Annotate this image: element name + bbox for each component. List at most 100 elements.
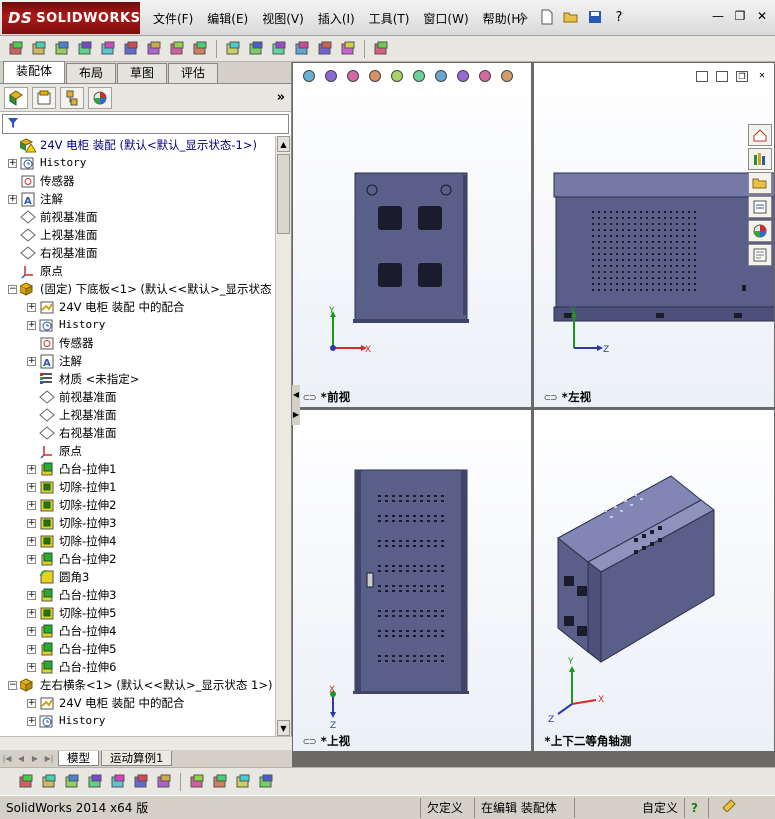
expand-icon[interactable]: +: [27, 662, 36, 672]
feature-manager-icon[interactable]: [4, 86, 28, 109]
tree-item[interactable]: 上视基准面: [0, 226, 276, 244]
expand-icon[interactable]: +: [27, 356, 36, 366]
expand-icon[interactable]: +: [27, 320, 36, 330]
custom-properties-icon[interactable]: [748, 244, 772, 266]
tree-item[interactable]: + A 注解: [0, 352, 276, 370]
tree-item[interactable]: − (固定) 下底板<1> (默认<<默认>_显示状态: [0, 280, 276, 298]
isometric-view-icon[interactable]: [187, 772, 207, 792]
view-palette-icon[interactable]: [748, 196, 772, 218]
move-component-icon[interactable]: [121, 39, 141, 59]
expand-icon[interactable]: +: [8, 158, 17, 168]
expand-icon[interactable]: +: [27, 302, 36, 312]
tree-filter[interactable]: [2, 114, 289, 134]
close-button[interactable]: ✕: [753, 8, 771, 24]
new-motion-study-icon[interactable]: [223, 39, 243, 59]
four-view-icon[interactable]: [256, 772, 276, 792]
tree-item[interactable]: + 凸台-拉伸2: [0, 550, 276, 568]
pin-icon[interactable]: [514, 8, 532, 26]
minimize-button[interactable]: —: [709, 8, 727, 24]
menu-tools[interactable]: 工具(T): [362, 10, 417, 28]
expand-icon[interactable]: +: [27, 554, 36, 564]
nav-first-arrow[interactable]: |◀: [0, 752, 14, 766]
tree-item[interactable]: + History: [0, 316, 276, 334]
configuration-manager-icon[interactable]: [60, 86, 84, 109]
menu-edit[interactable]: 编辑(E): [200, 10, 255, 28]
expand-icon[interactable]: +: [27, 464, 36, 474]
tree-item[interactable]: + 切除-拉伸4: [0, 532, 276, 550]
status-help-icon[interactable]: ?: [684, 797, 708, 818]
tree-item[interactable]: 上视基准面: [0, 406, 276, 424]
tree-item[interactable]: +24V 电柜 装配 中的配合: [0, 298, 276, 316]
shaded-edges-icon[interactable]: [16, 772, 36, 792]
panel-collapse-handle[interactable]: ◀ ▶: [292, 385, 300, 425]
tree-item[interactable]: 圆角3: [0, 568, 276, 586]
tree-item[interactable]: + 凸台-拉伸6: [0, 658, 276, 676]
expand-icon[interactable]: +: [27, 626, 36, 636]
instant3d-icon[interactable]: [371, 39, 391, 59]
tab-sketch[interactable]: 草图: [117, 63, 168, 83]
tree-item[interactable]: 材质 <未指定>: [0, 370, 276, 388]
expand-icon[interactable]: +: [8, 194, 17, 204]
tree-item[interactable]: 传感器: [0, 172, 276, 190]
insert-components-icon[interactable]: [6, 39, 26, 59]
single-view-icon[interactable]: [210, 772, 230, 792]
save-icon[interactable]: [586, 8, 604, 26]
status-custom-units[interactable]: 自定义: [574, 797, 684, 818]
tree-item[interactable]: + History: [0, 154, 276, 172]
tab-motion-study[interactable]: 运动算例1: [101, 751, 173, 766]
tree-item[interactable]: 传感器: [0, 334, 276, 352]
tab-layout[interactable]: 布局: [66, 63, 117, 83]
exploded-view-icon[interactable]: [269, 39, 289, 59]
scroll-thumb[interactable]: [277, 154, 290, 234]
nav-next-arrow[interactable]: ▶: [28, 752, 42, 766]
collapse-icon[interactable]: −: [8, 284, 17, 294]
scroll-down-arrow[interactable]: ▼: [277, 720, 290, 736]
reference-geometry-icon[interactable]: [190, 39, 210, 59]
linear-pattern-icon[interactable]: [75, 39, 95, 59]
display-manager-icon[interactable]: [88, 86, 112, 109]
menu-window[interactable]: 窗口(W): [416, 10, 475, 28]
menu-view[interactable]: 视图(V): [255, 10, 311, 28]
tree-item[interactable]: + History: [0, 712, 276, 730]
file-explorer-icon[interactable]: [748, 172, 772, 194]
tree-item[interactable]: + 切除-拉伸1: [0, 478, 276, 496]
solidworks-logo[interactable]: DS SOLIDWORKS: [2, 2, 140, 34]
expand-icon[interactable]: +: [27, 698, 36, 708]
viewport-front[interactable]: Y X ⊂⊃ *前视: [292, 62, 532, 408]
viewport-left[interactable]: ❐ ✕ Y Z ⊂⊃ *左视: [533, 62, 775, 408]
tree-item[interactable]: + 切除-拉伸5: [0, 604, 276, 622]
shaded-icon[interactable]: [39, 772, 59, 792]
tree-item[interactable]: 24V 电柜 装配 (默认<默认_显示状态-1>): [0, 136, 276, 154]
section-icon[interactable]: [154, 772, 174, 792]
expand-icon[interactable]: +: [27, 482, 36, 492]
property-manager-icon[interactable]: [32, 86, 56, 109]
design-library-icon[interactable]: [748, 148, 772, 170]
tree-item[interactable]: +24V 电柜 装配 中的配合: [0, 694, 276, 712]
mate-icon[interactable]: [52, 39, 72, 59]
scroll-up-arrow[interactable]: ▲: [277, 136, 290, 152]
wireframe-icon[interactable]: [85, 772, 105, 792]
expand-icon[interactable]: +: [27, 716, 36, 726]
smart-fasteners-icon[interactable]: [98, 39, 118, 59]
link-views-icon[interactable]: ⊂⊃: [544, 391, 557, 404]
restore-button[interactable]: ❐: [731, 8, 749, 24]
expand-panel-icon[interactable]: »: [277, 90, 285, 105]
interference-detection-icon[interactable]: [315, 39, 335, 59]
menu-insert[interactable]: 插入(I): [311, 10, 362, 28]
two-view-icon[interactable]: [233, 772, 253, 792]
new-part-icon[interactable]: [29, 39, 49, 59]
tree-item[interactable]: + 切除-拉伸3: [0, 514, 276, 532]
tree-item[interactable]: 前视基准面: [0, 208, 276, 226]
link-views-icon[interactable]: ⊂⊃: [303, 391, 316, 404]
expand-icon[interactable]: +: [27, 644, 36, 654]
appearances-icon[interactable]: [748, 220, 772, 242]
tree-vertical-scrollbar[interactable]: ▲ ▼: [275, 136, 291, 736]
bill-of-materials-icon[interactable]: [246, 39, 266, 59]
expand-icon[interactable]: +: [27, 518, 36, 528]
tree-item[interactable]: + 凸台-拉伸3: [0, 586, 276, 604]
new-document-icon[interactable]: [538, 8, 556, 26]
clearance-verification-icon[interactable]: [338, 39, 358, 59]
tree-item[interactable]: + 凸台-拉伸1: [0, 460, 276, 478]
tree-item[interactable]: + 凸台-拉伸4: [0, 622, 276, 640]
curvature-icon[interactable]: [131, 772, 151, 792]
